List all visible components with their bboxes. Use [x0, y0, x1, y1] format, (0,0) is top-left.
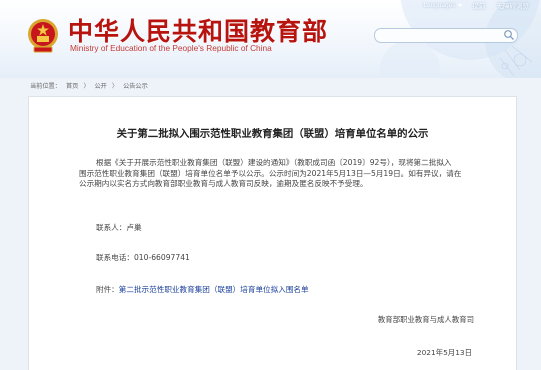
- breadcrumb-public[interactable]: 公开: [95, 81, 107, 90]
- top-nav: Languages 提前 无障碍浏览: [423, 0, 530, 11]
- body-line: 公示期内以实名方式向教育部职业教育与成人教育司反映，逾期及匿名反映不予受理。: [79, 179, 368, 189]
- attachment-link[interactable]: 第二批示范性职业教育集团（联盟）培育单位拟入围名单: [119, 285, 309, 294]
- breadcrumb-prefix: 当前位置：: [30, 83, 61, 90]
- publish-date: 2021年5月13日: [416, 348, 472, 357]
- search-icon[interactable]: [503, 29, 515, 41]
- national-emblem-icon[interactable]: [26, 16, 60, 56]
- accessible-link[interactable]: 无障碍浏览: [497, 0, 530, 10]
- search-input[interactable]: [374, 28, 518, 43]
- breadcrumb-notices[interactable]: 公告公示: [123, 81, 148, 90]
- contact-person: 联系人：卢巢: [96, 223, 142, 232]
- breadcrumb-separator: 〉: [111, 83, 119, 90]
- help-link[interactable]: 提前: [473, 0, 486, 10]
- article-panel: 关于第二批拟入围示范性职业教育集团（联盟）培育单位名单的公示 根据《关于开展示范…: [28, 96, 517, 370]
- chevron-down-icon: [457, 3, 462, 7]
- breadcrumb-home[interactable]: 首页: [66, 81, 78, 90]
- attachment-label: 附件：: [96, 285, 119, 294]
- article-body: 根据《关于开展示范性职业教育集团（联盟）建设的通知》（教职成司函〔2019〕92…: [79, 158, 479, 190]
- signature: 教育部职业教育与成人教育司: [377, 315, 474, 324]
- contact-phone: 联系电话：010-66097741: [96, 253, 190, 262]
- languages-label: Languages: [423, 1, 456, 9]
- site-subtitle: Ministry of Education of the People's Re…: [70, 43, 272, 53]
- article-title: 关于第二批拟入围示范性职业教育集团（联盟）培育单位名单的公示: [116, 128, 429, 140]
- site-header: 中华人民共和国教育部 Ministry of Education of the …: [0, 0, 541, 78]
- body-line: 围示范性职业教育集团（联盟）培育单位名单予以公示。公示时间为2021年5月13日…: [79, 168, 462, 178]
- breadcrumb: 当前位置： 首页 〉 公开 〉 公告公示: [30, 81, 148, 90]
- breadcrumb-separator: 〉: [83, 83, 90, 90]
- body-line: 根据《关于开展示范性职业教育集团（联盟）建设的通知》（教职成司函〔2019〕92…: [96, 158, 452, 167]
- languages-menu[interactable]: Languages: [423, 0, 462, 10]
- attachment: 附件：第二批示范性职业教育集团（联盟）培育单位拟入围名单: [96, 284, 309, 295]
